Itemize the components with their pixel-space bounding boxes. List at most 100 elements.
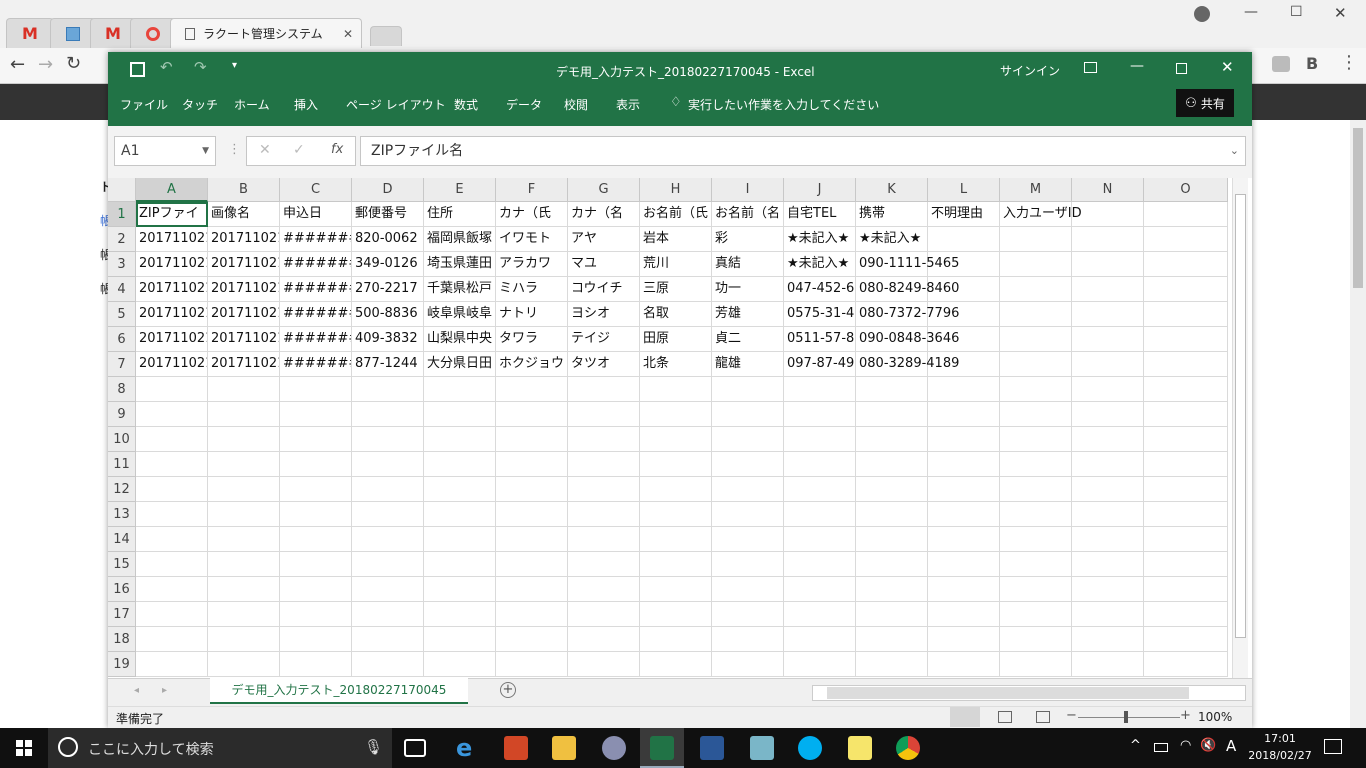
cell[interactable] [1000, 402, 1072, 427]
close-icon[interactable]: ✕ [1221, 58, 1234, 76]
cell[interactable] [208, 602, 280, 627]
cell[interactable] [712, 427, 784, 452]
zoom-slider-thumb[interactable] [1124, 711, 1128, 723]
maximize-icon[interactable] [1176, 63, 1187, 74]
cell[interactable] [1144, 302, 1228, 327]
cell[interactable]: 埼玉県蓮田 [424, 252, 496, 277]
row-header[interactable]: 18 [108, 627, 136, 652]
cell[interactable] [1000, 377, 1072, 402]
cell[interactable] [1072, 327, 1144, 352]
cell[interactable] [1144, 652, 1228, 677]
cell[interactable] [352, 527, 424, 552]
cell[interactable]: 090-1111-5465 [856, 252, 959, 277]
cell[interactable]: 201711021 [136, 227, 208, 252]
chrome-icon[interactable] [896, 736, 920, 760]
ime-indicator[interactable]: A [1226, 737, 1236, 755]
show-hidden-icons[interactable]: ^ [1130, 738, 1141, 753]
cell[interactable]: 349-0126 [352, 252, 424, 277]
cell[interactable] [640, 652, 712, 677]
cell[interactable] [424, 627, 496, 652]
cell[interactable] [1072, 652, 1144, 677]
cell[interactable] [424, 452, 496, 477]
cell[interactable]: 名取 [640, 302, 712, 327]
cell[interactable] [1000, 452, 1072, 477]
cell[interactable] [640, 577, 712, 602]
cell[interactable] [568, 602, 640, 627]
cell[interactable] [784, 552, 856, 577]
cell[interactable] [496, 577, 568, 602]
cell[interactable]: 877-1244 [352, 352, 424, 377]
column-header[interactable]: K [856, 178, 928, 202]
active-cell[interactable]: ZIPファイ [136, 202, 208, 227]
expand-formula-icon[interactable]: ⌄ [1230, 137, 1239, 165]
tab-touch[interactable]: タッチ [182, 96, 218, 113]
cell[interactable]: 画像名 [208, 202, 280, 227]
clock-date[interactable]: 2018/02/27 [1246, 749, 1314, 762]
cell[interactable] [712, 452, 784, 477]
cell[interactable] [1072, 377, 1144, 402]
cell[interactable] [856, 452, 928, 477]
cell[interactable] [1144, 452, 1228, 477]
cell[interactable] [352, 552, 424, 577]
cell[interactable] [280, 377, 352, 402]
row-header[interactable]: 17 [108, 602, 136, 627]
column-header[interactable]: J [784, 178, 856, 202]
cell[interactable] [1072, 277, 1144, 302]
cell[interactable]: ヨシオ [568, 302, 640, 327]
cell[interactable] [1072, 527, 1144, 552]
gmail-tab-1[interactable]: M [6, 18, 54, 48]
cell[interactable] [1000, 602, 1072, 627]
cell[interactable] [640, 552, 712, 577]
cell[interactable] [568, 577, 640, 602]
cell[interactable] [496, 427, 568, 452]
share-button[interactable]: ⚇ 共有 [1176, 89, 1234, 117]
cell[interactable] [928, 552, 1000, 577]
cell[interactable] [424, 402, 496, 427]
cell[interactable] [424, 602, 496, 627]
cell[interactable]: 201711021 [136, 252, 208, 277]
cell[interactable]: 携帯 [856, 202, 928, 227]
cell[interactable] [640, 452, 712, 477]
cell[interactable]: アヤ [568, 227, 640, 252]
file-explorer-icon[interactable] [552, 736, 576, 760]
cell[interactable] [856, 477, 928, 502]
cell[interactable] [1144, 552, 1228, 577]
cell[interactable]: 大分県日田 [424, 352, 496, 377]
cell[interactable]: 201711021 [208, 252, 280, 277]
cell[interactable] [280, 477, 352, 502]
maximize-icon[interactable]: ☐ [1290, 4, 1303, 20]
cell[interactable] [136, 427, 208, 452]
cell[interactable]: タワラ [496, 327, 568, 352]
cell[interactable]: 201711021 [136, 352, 208, 377]
cell[interactable]: 岩本 [640, 227, 712, 252]
cell[interactable] [424, 552, 496, 577]
horizontal-scrollbar[interactable] [812, 685, 1246, 701]
paint-icon[interactable] [602, 736, 626, 760]
cell[interactable] [1000, 477, 1072, 502]
cell[interactable] [496, 527, 568, 552]
cell[interactable] [1072, 427, 1144, 452]
cell[interactable] [1144, 577, 1228, 602]
cell[interactable]: 270-2217 [352, 277, 424, 302]
cell[interactable] [208, 477, 280, 502]
column-header[interactable]: D [352, 178, 424, 202]
cell[interactable] [640, 427, 712, 452]
battery-icon[interactable] [1154, 743, 1168, 752]
cell[interactable] [712, 577, 784, 602]
cell[interactable] [1144, 227, 1228, 252]
cell[interactable] [136, 627, 208, 652]
cell[interactable]: お名前（名 [712, 202, 784, 227]
row-header[interactable]: 15 [108, 552, 136, 577]
cell[interactable]: コウイチ [568, 277, 640, 302]
cell[interactable] [1144, 527, 1228, 552]
cell[interactable]: ★未記入★ [856, 227, 928, 252]
cell[interactable] [568, 552, 640, 577]
forward-icon[interactable]: → [38, 54, 53, 75]
cell[interactable]: 郵便番号 [352, 202, 424, 227]
cell[interactable]: 貞二 [712, 327, 784, 352]
cell[interactable] [1000, 527, 1072, 552]
profile-icon[interactable] [1194, 6, 1210, 22]
cell[interactable]: ナトリ [496, 302, 568, 327]
cancel-icon[interactable]: ✕ [259, 142, 271, 158]
cell[interactable] [352, 577, 424, 602]
